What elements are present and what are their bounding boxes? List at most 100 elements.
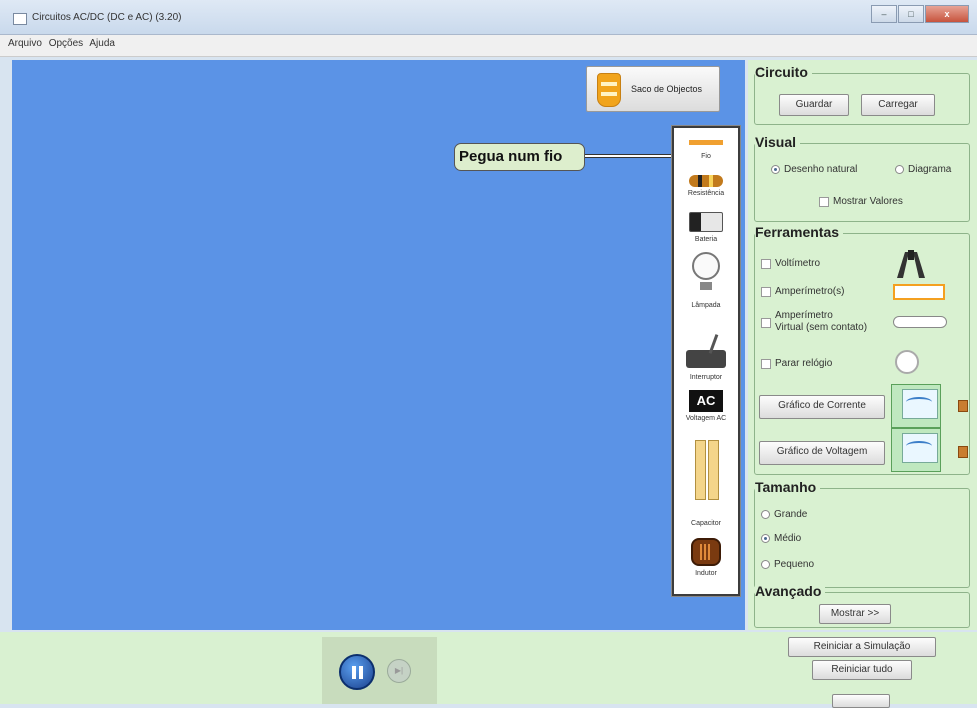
about-button-partial[interactable] [832,694,890,708]
voltage-chart-icon [891,428,941,472]
tools-group: Ferramentas Voltímetro Amperímetro(s) Am… [754,224,970,475]
window-title: Circuitos AC/DC (DC e AC) (3.20) [32,12,182,23]
natural-drawing-label: Desenho natural [784,164,858,175]
tool-battery[interactable]: Bateria [674,212,738,243]
menu-ajuda[interactable]: Ajuda [89,38,115,49]
step-button[interactable]: ▶| [387,659,411,683]
checkbox [761,258,771,269]
checkbox [819,196,829,207]
tool-resistor[interactable]: Resistência [674,175,738,197]
checkbox [761,286,771,297]
load-button[interactable]: Carregar [861,94,935,116]
ac-source-icon: AC [689,390,723,412]
size-large-radio[interactable]: Grande [761,509,807,520]
radio-unselected [761,560,770,569]
size-title: Tamanho [755,479,821,495]
menu-opcoes[interactable]: Opções [49,38,83,49]
component-toolbox: Fio Resistência Bateria Lâmpada Interrup… [672,126,740,596]
visual-group: Visual Desenho natural Diagrama Mostrar … [754,134,970,222]
callout-arrow [585,154,677,158]
control-panel: Circuito Guardar Carregar Visual Desenho… [748,60,977,630]
circuit-canvas[interactable] [12,60,745,630]
stopwatch-checkbox[interactable]: Parar relógio [761,358,832,369]
tool-inductor[interactable]: Indutor [674,538,738,577]
tool-label: Indutor [695,570,717,577]
object-sack-button[interactable]: Saco de Objectos [586,66,720,112]
voltage-chart-close-icon[interactable] [958,446,968,458]
current-chart-icon [891,384,941,428]
virtual-ammeter-icon [893,316,947,328]
diagram-radio[interactable]: Diagrama [895,164,951,175]
ammeter-checkbox[interactable]: Amperímetro(s) [761,286,844,297]
current-chart-button[interactable]: Gráfico de Corrente [759,395,885,419]
battery-icon [689,212,723,232]
current-chart-close-icon[interactable] [958,400,968,412]
tool-label: Bateria [694,236,718,243]
wire-icon [689,140,723,145]
circuit-group: Circuito Guardar Carregar [754,64,970,125]
size-small-radio[interactable]: Pequeno [761,559,814,570]
tool-label: Lâmpada [691,302,721,309]
close-button[interactable]: x [925,5,969,23]
virtual-ammeter-line1: Amperímetro [775,310,833,321]
virtual-ammeter-line2: Virtual (sem contato) [775,322,868,333]
maximize-button[interactable]: □ [898,5,924,23]
tool-ac-source[interactable]: AC Voltagem AC [674,390,738,422]
switch-icon [686,350,726,368]
tool-bulb[interactable]: Lâmpada [674,252,738,309]
reset-simulation-button[interactable]: Reiniciar a Simulação [788,637,936,657]
tools-title: Ferramentas [755,224,844,240]
tool-label: Interruptor [689,374,723,381]
diagram-label: Diagrama [908,164,952,175]
tool-label: Capacitor [691,520,721,527]
voltage-chart-button[interactable]: Gráfico de Voltagem [759,441,885,465]
pause-button[interactable] [339,654,375,690]
show-values-label: Mostrar Valores [833,196,903,207]
save-button[interactable]: Guardar [779,94,849,116]
sack-label: Saco de Objectos [631,84,703,94]
tool-switch[interactable]: Interruptor [674,350,738,381]
stopwatch-icon [895,350,919,374]
tool-label: Fio [701,153,711,160]
size-group: Tamanho Grande Médio Pequeno [754,479,970,588]
show-advanced-button[interactable]: Mostrar >> [819,604,891,624]
tool-label: Voltagem AC [685,415,727,422]
capacitor-icon [691,440,721,500]
window-controls: – □ x [870,5,969,23]
show-values-checkbox[interactable]: Mostrar Valores [819,196,903,207]
advanced-group: Avançado Mostrar >> [754,583,970,628]
voltmeter-checkbox[interactable]: Voltímetro [761,258,820,269]
sack-icon [597,73,621,107]
voltmeter-label: Voltímetro [775,258,821,269]
app-icon [13,13,27,25]
size-small-label: Pequeno [774,559,815,570]
circuit-title: Circuito [755,64,812,80]
bulb-icon [692,252,720,290]
tool-wire[interactable]: Fio [674,136,738,160]
radio-selected [761,534,770,543]
size-large-label: Grande [774,509,808,520]
tool-label: Resistência [687,190,725,197]
advanced-title: Avançado [755,583,826,599]
tool-capacitor[interactable]: Capacitor [674,440,738,527]
checkbox [761,318,771,328]
voltmeter-icon [897,250,925,278]
minimize-button[interactable]: – [871,5,897,23]
menu-bar: Arquivo Opções Ajuda [0,35,977,57]
checkbox [761,358,771,369]
stopwatch-label: Parar relógio [775,358,833,369]
natural-drawing-radio[interactable]: Desenho natural [771,164,857,175]
ammeter-icon [893,284,945,300]
virtual-ammeter-label: Amperímetro Virtual (sem contato) [775,310,867,334]
virtual-ammeter-checkbox[interactable]: Amperímetro Virtual (sem contato) [761,310,867,334]
title-bar: Circuitos AC/DC (DC e AC) (3.20) – □ x [0,0,977,35]
menu-arquivo[interactable]: Arquivo [8,38,42,49]
size-medium-radio[interactable]: Médio [761,533,801,544]
visual-title: Visual [755,134,800,150]
radio-unselected [895,165,904,174]
inductor-icon [691,538,721,566]
size-medium-label: Médio [774,533,802,544]
ammeter-label: Amperímetro(s) [775,286,845,297]
resistor-icon [689,175,723,187]
reset-all-button[interactable]: Reiniciar tudo [812,660,912,680]
